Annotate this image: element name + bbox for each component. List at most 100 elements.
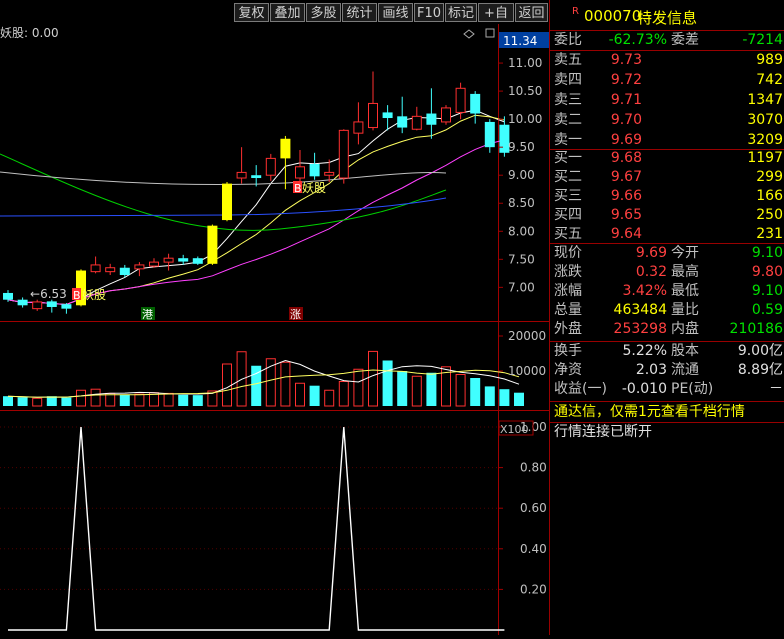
chart-area[interactable]: 11.00 10.50 10.00 9.50 9.00 8.50 8.00 7.50 7.00 2… xyxy=(0,24,549,635)
ask-volume: 3070 xyxy=(747,112,783,128)
volume-bar xyxy=(222,363,232,407)
volume-bar xyxy=(178,394,189,406)
fuquan-button[interactable]: 复权 xyxy=(234,3,269,22)
candle-body xyxy=(251,175,262,179)
ask-volume: 742 xyxy=(756,72,783,88)
ask-level-label: 卖五 xyxy=(554,52,582,68)
candle-body xyxy=(32,301,43,310)
candle-body xyxy=(3,292,13,300)
stat-value: 253298 xyxy=(613,321,667,337)
ask-row: 卖三 9.71 1347 xyxy=(550,90,784,110)
chart-toolbar: 复权 叠加 多股 统计 画线 F10 标记 +自选 返回 xyxy=(0,0,549,40)
volume-bar xyxy=(192,395,203,406)
signal-axis-label: 0.80 xyxy=(520,461,547,475)
ask-row: 卖二 9.70 3070 xyxy=(550,110,784,130)
tag-gang: 港 xyxy=(142,308,153,321)
mark-button[interactable]: 标记 xyxy=(445,3,477,22)
overlay-button[interactable]: 叠加 xyxy=(270,3,305,22)
candle-body xyxy=(265,157,276,176)
signal-axis-label: 0.40 xyxy=(520,542,547,556)
stat-label: 涨幅 xyxy=(554,283,582,299)
tag-zhang: 涨 xyxy=(290,308,301,321)
candle-body xyxy=(178,258,189,262)
candle-body xyxy=(470,93,481,114)
volume-bar xyxy=(368,350,378,407)
rights-mark: R xyxy=(572,6,579,17)
finance-value: － xyxy=(769,381,783,397)
promo-message[interactable]: 通达信，仅需1元查看千档行情 xyxy=(554,402,745,422)
signal-b-mark-2: B xyxy=(294,182,302,195)
price-axis-label: 7.50 xyxy=(508,252,535,266)
add-watchlist-button[interactable]: +自选 xyxy=(478,3,514,40)
bid-volume: 299 xyxy=(756,169,783,185)
multi-stock-button[interactable]: 多股 xyxy=(306,3,341,22)
bid-price: 9.68 xyxy=(610,150,642,166)
weicha-value: -7214 xyxy=(742,32,783,48)
candle-body xyxy=(163,257,174,263)
finance-value: 9.00亿 xyxy=(737,343,783,359)
candle-body xyxy=(324,171,335,176)
volume-bar xyxy=(295,382,305,407)
volume-unit-label: X100 xyxy=(500,423,529,436)
stat-label: 今开 xyxy=(671,245,699,261)
finance-label: 股本 xyxy=(671,343,699,359)
ask-row: 卖一 9.69 3209 xyxy=(550,130,784,150)
weibi-value: -62.73% xyxy=(608,32,667,48)
ask-price: 9.69 xyxy=(610,132,642,148)
stock-title: R 000070 特发信息 xyxy=(550,0,784,30)
ask-price: 9.73 xyxy=(610,52,642,68)
volume-bar xyxy=(309,385,320,406)
stat-label: 总量 xyxy=(554,302,582,318)
candle-body xyxy=(207,225,218,264)
price-axis-label: 7.00 xyxy=(508,280,535,294)
candle-body xyxy=(134,264,145,270)
candle-body xyxy=(105,267,116,273)
volume-bar xyxy=(90,388,101,407)
volume-bar xyxy=(3,396,13,406)
volume-bar xyxy=(134,393,145,407)
volume-bar xyxy=(499,389,510,406)
back-button[interactable]: 返回 xyxy=(515,3,548,22)
bid-volume: 166 xyxy=(756,188,783,204)
volume-bar xyxy=(455,374,466,407)
price-axis-label: 10.00 xyxy=(508,112,542,126)
candle-body xyxy=(484,121,495,148)
volume-bar xyxy=(46,396,57,406)
stat-row: 现价 9.69 今开 9.10 xyxy=(550,243,784,263)
stat-row: 总量 463484 量比 0.59 xyxy=(550,300,784,320)
bid-volume: 1197 xyxy=(747,150,783,166)
stat-value: 3.42% xyxy=(622,283,667,299)
weibi-row: 委比 -62.73% 委差 -7214 xyxy=(550,30,784,50)
stat-label: 外盘 xyxy=(554,321,582,337)
candle-body xyxy=(119,267,130,276)
f10-button[interactable]: F10 xyxy=(414,3,444,22)
bid-row: 买二 9.67 299 xyxy=(550,167,784,187)
candle-body xyxy=(149,261,159,267)
ask-row: 卖四 9.72 742 xyxy=(550,70,784,90)
ask-row: 卖五 9.73 989 xyxy=(550,50,784,70)
candle-body xyxy=(382,112,393,119)
volume-bar xyxy=(32,397,43,407)
candle-body xyxy=(441,107,451,123)
stock-name[interactable]: 特发信息 xyxy=(637,7,697,28)
stat-label: 最低 xyxy=(671,283,699,299)
signal-label-1: 妖股 xyxy=(82,288,106,302)
ask-level-label: 卖四 xyxy=(554,72,582,88)
ask-level-label: 卖一 xyxy=(554,132,582,148)
volume-bar xyxy=(484,386,495,406)
stat-value: 9.69 xyxy=(635,245,667,261)
bid-volume: 231 xyxy=(756,226,783,242)
statistics-button[interactable]: 统计 xyxy=(342,3,377,22)
stat-value: 9.80 xyxy=(751,264,783,280)
signal-axis-label: 0.20 xyxy=(520,582,547,596)
ask-volume: 3209 xyxy=(747,132,783,148)
volume-bar xyxy=(514,392,524,406)
kline-chart[interactable]: 11.00 10.50 10.00 9.50 9.00 8.50 8.00 7.50 7.00 2… xyxy=(0,24,549,635)
ask-level-label: 卖二 xyxy=(554,112,582,128)
finance-value: 5.22% xyxy=(622,343,667,359)
stock-code[interactable]: 000070 xyxy=(584,7,641,25)
volume-bar xyxy=(324,389,335,407)
indicator-header: 妖股: 0.00 xyxy=(0,26,59,40)
draw-line-button[interactable]: 画线 xyxy=(378,3,413,22)
finance-label: 换手 xyxy=(554,343,582,359)
